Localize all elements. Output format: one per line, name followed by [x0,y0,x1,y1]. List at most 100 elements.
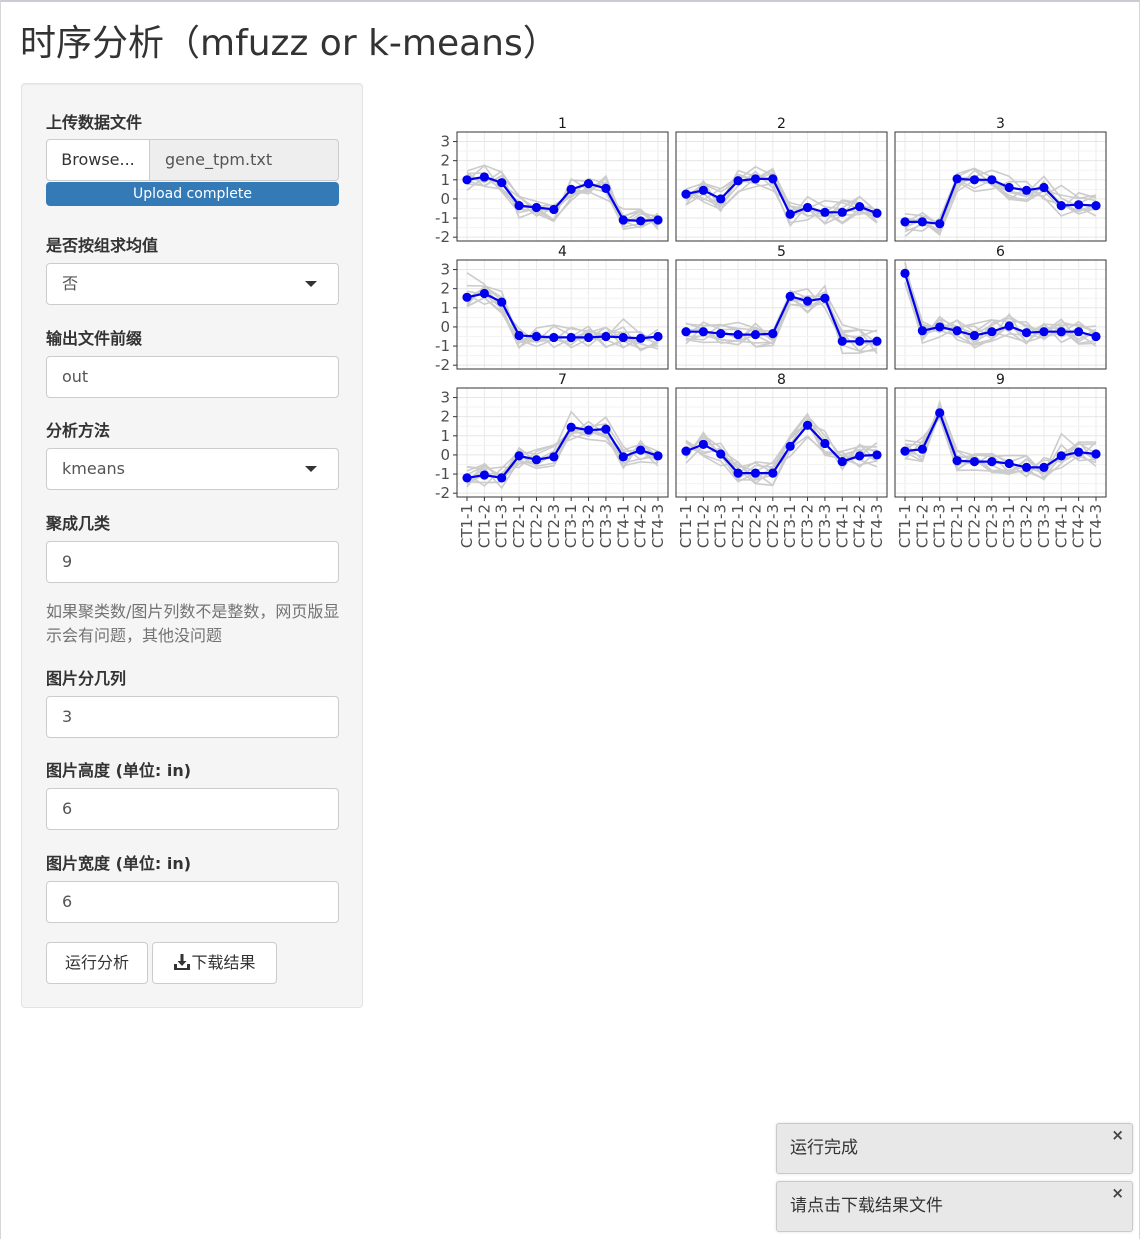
centroid-point [1004,182,1014,193]
centroid-point [802,202,813,213]
x-tick-label: CT4-3 [868,504,886,548]
centroid-point [837,457,847,467]
notification-text: 运行完成 [790,1138,858,1158]
centroid-point [952,326,962,336]
centroid-point [601,331,611,342]
cluster-panel-7: 7-2-10123CT1-1 CT1-2 CT1-3 CT2-1 CT2-2 CT2-3 C… [435,372,669,548]
x-tick-label: CT2-2 [747,504,765,548]
centroid-point [969,175,980,185]
y-tick-label: 2 [440,408,450,426]
centroid-point [900,446,910,456]
centroid-point [531,202,542,213]
centroid-point [785,209,795,219]
cluster-panel-2: 2 [675,116,888,242]
centroid-point [855,336,865,346]
panel-title: 4 [558,244,567,260]
centroid-point [462,292,472,302]
panel-background [895,260,1106,369]
centroid-point [549,204,559,215]
close-icon[interactable]: × [1111,1126,1124,1144]
browse-button[interactable]: Browse... [46,139,150,181]
download-button[interactable]: 下载结果 [152,942,277,984]
centroid-point [1021,328,1032,338]
centroid-point [917,217,927,227]
y-tick-label: 3 [440,389,450,407]
centroid-point [698,185,708,195]
panel-title: 7 [558,372,567,388]
y-tick-label: -1 [435,209,450,227]
centroid-point [462,473,472,483]
centroid-point [601,424,611,434]
x-tick-label: CT3-2 [580,504,598,548]
centroid-point [653,331,663,342]
centroid-point [514,201,524,211]
centroid-point [837,336,847,346]
centroid-point [750,329,761,340]
centroid-point [636,333,646,344]
x-tick-label: CT2-1 [729,504,747,548]
y-tick-label: 2 [440,152,450,170]
centroid-point [1074,200,1084,210]
file-upload: Browse... gene_tpm.txt [46,139,339,181]
panel-background [457,260,668,369]
centroid-point [820,293,830,303]
centroid-point [768,329,778,339]
close-icon[interactable]: × [1111,1184,1124,1202]
prefix-input[interactable]: out [46,356,339,398]
group-mean-select[interactable]: 否 [46,263,339,305]
y-tick-label: 2 [440,280,450,298]
columns-input[interactable]: 3 [46,696,339,738]
cluster-panel-4: 4 -2-10123 [435,244,669,374]
notification-run-complete: 运行完成 × [776,1123,1133,1174]
group-mean-value: 否 [62,274,79,293]
width-input[interactable]: 6 [46,881,339,923]
panel-title: 6 [996,244,1005,260]
clusters-input[interactable]: 9 [46,541,339,583]
x-tick-label: CT1-1 [896,504,914,548]
x-tick-label: CT2-3 [545,504,563,548]
centroid-point [636,216,646,226]
centroid-point [750,468,761,478]
centroid-point [855,201,865,212]
panel-title: 1 [558,116,567,132]
x-tick-label: CT3-3 [816,504,834,548]
download-icon [174,954,191,970]
run-analysis-button[interactable]: 运行分析 [46,942,148,984]
centroid-point [1004,458,1014,469]
y-tick-label: 3 [440,261,450,279]
centroid-point [549,452,559,462]
centroid-point [566,332,576,343]
centroid-point [935,322,945,332]
centroid-point [497,178,507,188]
cluster-panel-6: 6 [894,244,1107,370]
help-text: 如果聚类数/图片列数不是整数，网页版显示会有问题，其他没问题 [46,602,340,645]
centroid-point [1004,321,1014,331]
x-tick-label: CT4-2 [851,504,869,548]
centroid-point [1091,331,1101,342]
panel-title: 8 [777,372,786,388]
centroid-point [917,444,927,454]
centroid-point [531,331,542,342]
y-tick-label: 0 [440,190,450,208]
x-tick-label: CT4-3 [1087,504,1105,548]
centroid-point [681,446,691,456]
cluster-panel-8: 8CT1-1 CT1-2 CT1-3 CT2-1 CT2-2 CT2-3 CT3-1 CT3-… [675,372,888,548]
centroid-point [1074,327,1084,337]
centroid-point [1021,185,1032,195]
method-select[interactable]: kmeans [46,448,339,490]
x-tick-label: CT3-3 [597,504,615,548]
centroid-point [514,451,524,461]
width-label: 图片宽度 (单位: in) [46,854,192,873]
centroid-point [479,288,489,299]
caret-down-icon [305,281,317,287]
cluster-panel-1: 1-2-10123 [435,116,669,246]
x-tick-label: CT3-1 [781,504,799,548]
cluster-panel-9: 9CT1-1 CT1-2 CT1-3 CT2-1 CT2-2 CT2-3 CT3-1 CT3-… [894,372,1107,548]
centroid-point [733,468,743,478]
centroid-point [917,326,927,336]
x-tick-label: CT1-3 [931,504,949,548]
page-title: 时序分析（mfuzz or k-means） [20,23,559,64]
height-input[interactable]: 6 [46,788,339,830]
centroid-point [733,176,743,186]
x-tick-label: CT4-1 [614,504,632,548]
